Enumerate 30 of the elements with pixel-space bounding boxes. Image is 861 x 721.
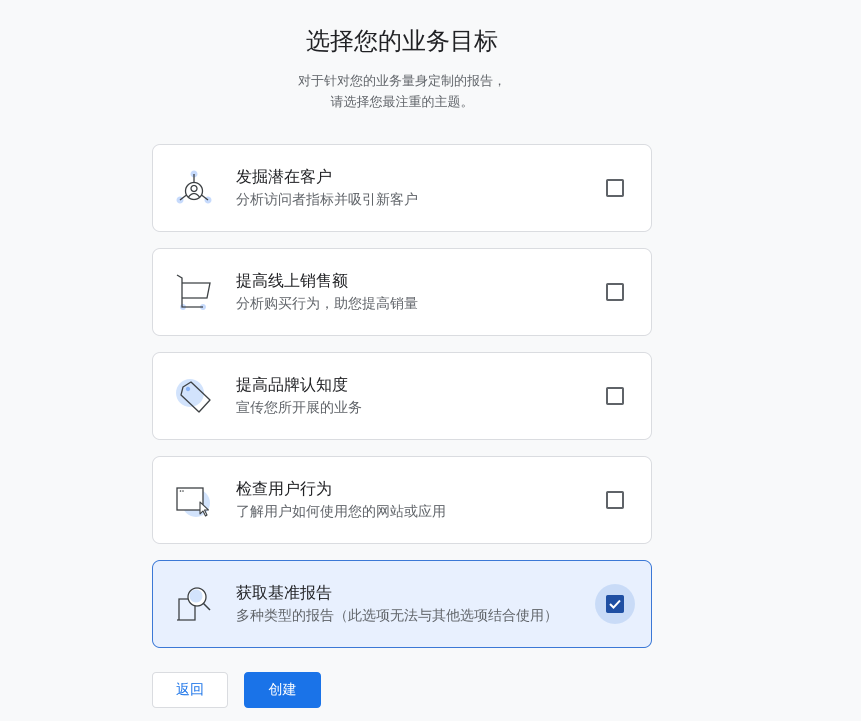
tag-icon — [176, 378, 212, 414]
goal-title: 检查用户行为 — [236, 478, 332, 500]
goal-description: 分析购买行为，助您提高销量 — [236, 295, 418, 314]
goal-card[interactable]: 提高品牌认知度 宣传您所开展的业务 — [152, 352, 652, 440]
checkbox[interactable] — [606, 491, 624, 509]
checkbox[interactable] — [606, 387, 624, 405]
goal-title: 发掘潜在客户 — [236, 166, 332, 188]
goal-title: 提高线上销售额 — [236, 270, 348, 292]
checkbox[interactable] — [595, 584, 635, 624]
goal-description: 分析访问者指标并吸引新客户 — [236, 191, 418, 210]
checkbox[interactable] — [606, 283, 624, 301]
check-icon — [609, 599, 621, 609]
goal-description: 了解用户如何使用您的网站或应用 — [236, 503, 446, 522]
goal-description: 宣传您所开展的业务 — [236, 399, 362, 418]
page-subtitle: 对于针对您的业务量身定制的报告， — [298, 73, 506, 91]
document-magnifier-icon — [176, 586, 212, 622]
goal-title: 获取基准报告 — [236, 582, 332, 604]
goal-card[interactable]: 提高线上销售额 分析购买行为，助您提高销量 — [152, 248, 652, 336]
page-subtitle: 请选择您最注重的主题。 — [330, 94, 474, 112]
checkbox[interactable] — [606, 179, 624, 197]
create-button[interactable]: 创建 — [244, 672, 321, 708]
page-title: 选择您的业务目标 — [306, 26, 498, 57]
goal-card[interactable]: 发掘潜在客户 分析访问者指标并吸引新客户 — [152, 144, 652, 232]
goal-card[interactable]: 检查用户行为 了解用户如何使用您的网站或应用 — [152, 456, 652, 544]
shopping-cart-icon — [176, 274, 212, 310]
back-button[interactable]: 返回 — [152, 672, 228, 708]
goal-card[interactable]: 获取基准报告 多种类型的报告（此选项无法与其他选项结合使用） — [152, 560, 652, 648]
goal-title: 提高品牌认知度 — [236, 374, 348, 396]
goal-description: 多种类型的报告（此选项无法与其他选项结合使用） — [236, 607, 558, 626]
person-network-icon — [176, 170, 212, 206]
